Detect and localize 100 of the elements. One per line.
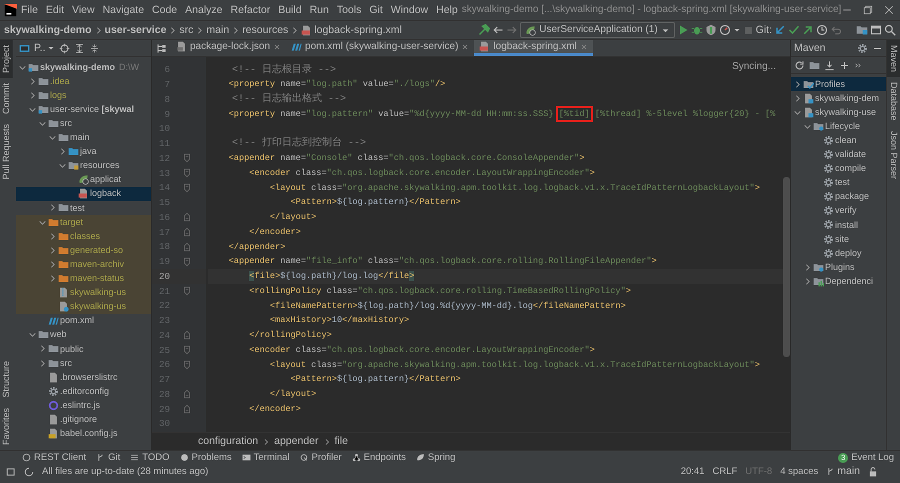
menu-item[interactable]: Help (432, 4, 462, 16)
indent-setting[interactable]: 4 spaces (780, 466, 818, 478)
download-icon[interactable] (824, 60, 835, 70)
fold-marker-icon[interactable] (182, 256, 192, 267)
fold-marker-icon[interactable] (182, 330, 192, 340)
tree-item[interactable]: logback (16, 186, 151, 201)
tree-item[interactable]: skywalking-us (16, 300, 151, 314)
tree-item[interactable]: verify (791, 204, 886, 218)
tree-item[interactable]: user-service [skywal (16, 102, 151, 116)
tool-window-button[interactable]: Problems (180, 452, 232, 464)
tool-window-button[interactable]: Profiler (300, 452, 342, 464)
tree-item[interactable]: compile (791, 162, 886, 176)
collapse-all-icon[interactable] (89, 42, 100, 54)
tree-item[interactable]: web (16, 328, 151, 342)
tree-item[interactable]: skywalking-use (791, 105, 886, 120)
tree-item[interactable]: maven-status (16, 271, 151, 286)
tree-item[interactable]: deploy (791, 246, 886, 260)
restore-icon[interactable] (862, 4, 874, 16)
tree-item[interactable]: pom.xml (16, 314, 151, 328)
tree-item[interactable]: Dependenci (791, 274, 886, 288)
tree-item[interactable]: package (791, 190, 886, 204)
tree-item[interactable]: logs (16, 88, 151, 102)
caret-icon[interactable] (732, 26, 741, 34)
more-icon[interactable] (854, 60, 863, 70)
tree-item[interactable]: .gitignore (16, 412, 151, 426)
refresh-icon[interactable] (794, 60, 805, 70)
tree-item[interactable]: Profiles (791, 77, 886, 92)
fold-marker-icon[interactable] (182, 389, 192, 400)
tool-window-tab[interactable]: Maven (887, 40, 900, 78)
tree-item[interactable]: generated-so (16, 243, 151, 258)
tree-item[interactable]: .editorconfig (16, 384, 151, 398)
tool-window-tab[interactable]: Favorites (0, 402, 13, 450)
scrollbar-thumb[interactable] (783, 177, 790, 357)
folder-icon[interactable] (809, 60, 820, 70)
breadcrumb-item[interactable]: logback-spring.xml (301, 24, 402, 36)
tool-window-tab[interactable]: Project (0, 40, 13, 78)
tree-item[interactable]: skywalking-dem (791, 91, 886, 106)
search-icon[interactable] (884, 24, 896, 36)
structure-icon[interactable] (156, 42, 167, 54)
gauge-icon[interactable] (718, 24, 731, 36)
tree-item[interactable]: Plugins (791, 260, 886, 274)
fold-marker-icon[interactable] (182, 360, 192, 370)
square-icon[interactable] (6, 466, 16, 476)
bug-icon[interactable] (690, 24, 703, 36)
fold-marker-icon[interactable] (182, 153, 192, 164)
arrow-up-right-icon[interactable] (802, 24, 814, 36)
tree-item[interactable]: .browserslistrc (16, 370, 151, 384)
tree-item[interactable]: test (16, 200, 151, 216)
breadcrumb-item[interactable]: file (334, 435, 348, 448)
back-arrow-icon[interactable] (492, 24, 504, 36)
tree-item[interactable]: validate (791, 147, 886, 162)
breadcrumb-item[interactable]: user-service (104, 24, 166, 36)
tool-window-tab[interactable]: Pull Requests (0, 119, 13, 185)
clock-icon[interactable] (816, 24, 828, 36)
close-icon[interactable] (580, 42, 588, 50)
editor-tab[interactable]: pom.xml (skywalking-user-service) (286, 40, 474, 56)
window-icon[interactable] (870, 24, 882, 36)
close-icon[interactable] (882, 4, 895, 16)
tool-window-tab[interactable]: Structure (0, 356, 13, 403)
tree-item[interactable]: classes (16, 229, 151, 244)
menu-item[interactable]: File (17, 4, 42, 16)
folder-icon[interactable] (856, 24, 868, 36)
plus-icon[interactable] (839, 60, 850, 70)
tool-window-button[interactable]: Endpoints (352, 452, 406, 464)
shield-icon[interactable] (704, 24, 717, 36)
tree-item[interactable]: babel.config.js (16, 426, 151, 441)
tree-item[interactable]: install (791, 218, 886, 232)
tree-item[interactable]: .eslintrc.js (16, 398, 151, 412)
fold-marker-icon[interactable] (182, 242, 192, 252)
menu-item[interactable]: Git (365, 4, 387, 16)
menu-item[interactable]: Run (306, 4, 333, 16)
line-separator[interactable]: CRLF (712, 466, 738, 478)
run-configuration-dropdown[interactable]: UserServiceApplication (1) (520, 22, 675, 38)
breadcrumb-item[interactable]: appender (274, 435, 318, 448)
hammer-icon[interactable] (478, 24, 490, 36)
tree-item[interactable]: maven-archiv (16, 257, 151, 272)
fold-marker-icon[interactable] (182, 345, 192, 356)
menu-item[interactable]: Refactor (226, 4, 274, 16)
breadcrumb-item[interactable]: skywalking-demo (4, 24, 92, 36)
tree-item[interactable]: .idea (16, 74, 151, 88)
tree-item[interactable]: clean (791, 133, 886, 148)
fold-marker-icon[interactable] (182, 227, 192, 238)
check-icon[interactable] (788, 24, 800, 36)
tree-item[interactable]: skywalking-demo D:\W (16, 60, 151, 74)
menu-item[interactable]: Edit (42, 4, 68, 16)
tree-item[interactable]: resources (16, 158, 151, 173)
tree-item[interactable]: src (16, 116, 151, 130)
menu-item[interactable]: Build (274, 4, 306, 16)
tool-window-tab[interactable]: Database (887, 77, 900, 126)
tool-window-button[interactable]: TODO (130, 452, 170, 464)
tree-item[interactable]: applicat (16, 172, 151, 187)
arrow-down-left-icon[interactable] (774, 24, 786, 36)
expand-all-icon[interactable] (74, 42, 86, 54)
tree-item[interactable]: src (16, 356, 151, 370)
fold-marker-icon[interactable] (182, 168, 192, 178)
menu-item[interactable]: Analyze (181, 4, 227, 16)
caret-position[interactable]: 20:41 (680, 466, 704, 478)
fold-marker-icon[interactable] (182, 182, 192, 193)
menu-item[interactable]: Navigate (98, 4, 148, 16)
close-icon[interactable] (461, 42, 470, 50)
